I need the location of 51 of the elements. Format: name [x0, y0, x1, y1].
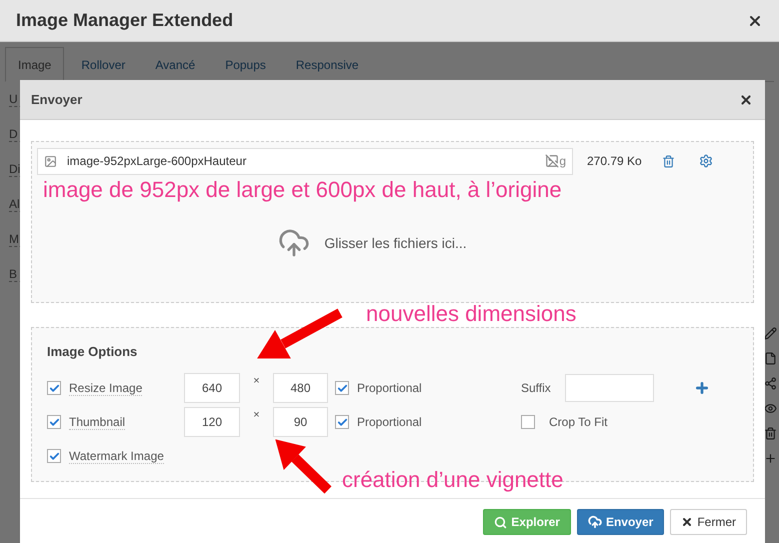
- window-title: Image Manager Extended: [16, 10, 234, 31]
- close-button[interactable]: Fermer: [670, 509, 747, 535]
- add-button[interactable]: [694, 380, 710, 396]
- times-sign: ×: [253, 375, 260, 387]
- width-field[interactable]: 640: [184, 373, 240, 403]
- settings-button[interactable]: [698, 154, 713, 168]
- option-label: Thumbnail: [69, 414, 126, 430]
- checkbox[interactable]: [335, 381, 349, 395]
- file-size: 270.79 Ko: [587, 154, 642, 168]
- width-field[interactable]: 120: [184, 407, 240, 437]
- annotation-text: nouvelles dimensions: [366, 303, 576, 325]
- delete-button[interactable]: [662, 154, 675, 168]
- file-icon[interactable]: [764, 352, 777, 365]
- explore-button[interactable]: Explorer: [483, 509, 571, 535]
- option-label: Proportional: [357, 381, 422, 395]
- height-field[interactable]: 480: [273, 373, 328, 403]
- arrow: [275, 439, 332, 494]
- drop-hint: Glisser les fichiers ici...: [324, 235, 467, 251]
- option-label: Proportional: [357, 415, 422, 429]
- cloud-upload-icon: [278, 227, 310, 259]
- checkbox[interactable]: [47, 381, 61, 395]
- file-name: image-952pxLarge-600pxHauteur: [67, 154, 248, 168]
- tab[interactable]: Image: [5, 47, 64, 82]
- plus-icon[interactable]: [764, 452, 777, 465]
- annotation-text: image de 952px de large et 600px de haut, à l’origine: [43, 179, 562, 201]
- broken-image-icon: [545, 154, 560, 168]
- option-label: Watermark Image: [69, 448, 164, 464]
- option-label: Resize Image: [69, 380, 142, 396]
- checkbox[interactable]: [47, 415, 61, 429]
- checkbox[interactable]: [335, 415, 349, 429]
- suffix-label: Suffix: [521, 381, 551, 395]
- cloud-upload-icon: [588, 515, 602, 529]
- section-title: Image Options: [47, 344, 138, 359]
- close-icon[interactable]: [739, 92, 753, 106]
- suffix-field[interactable]: [564, 374, 654, 402]
- thumbnail-text: g: [559, 154, 566, 168]
- checkbox[interactable]: [521, 415, 535, 429]
- close-icon: [681, 516, 694, 528]
- dialog-title: Envoyer: [31, 92, 82, 107]
- trash-icon[interactable]: [764, 427, 777, 440]
- pencil-icon[interactable]: [764, 327, 777, 340]
- image-icon: [44, 154, 57, 168]
- option-label: Crop To Fit: [549, 415, 608, 429]
- annotation-text: création d’une vignette: [342, 469, 564, 491]
- share-icon[interactable]: [764, 377, 777, 390]
- checkbox[interactable]: [47, 449, 61, 463]
- times-sign: ×: [253, 409, 260, 421]
- height-field[interactable]: 90: [273, 407, 328, 437]
- eye-icon[interactable]: [764, 402, 777, 415]
- search-icon: [494, 516, 508, 528]
- upload-button[interactable]: Envoyer: [576, 509, 664, 535]
